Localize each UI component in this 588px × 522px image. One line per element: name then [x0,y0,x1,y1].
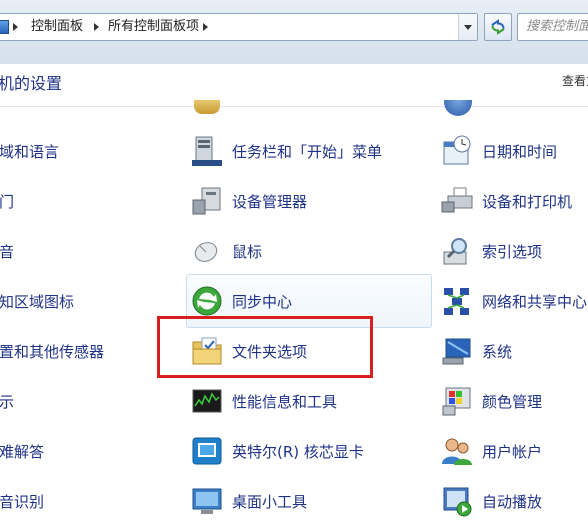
breadcrumb-control-panel[interactable]: 控制面板 [31,14,83,40]
content-header: 机的设置 查看方 [0,64,588,108]
item-devices-printers[interactable]: 设备和打印机 [436,182,588,222]
item-folder-options[interactable]: 文件夹选项 [186,332,426,372]
item-indexing-options[interactable]: 索引选项 [436,232,588,272]
refresh-icon [491,19,505,35]
network-icon [444,288,469,315]
gadgets-icon [192,488,222,514]
item-location-sensors[interactable]: 置和其他传感器 [0,341,104,362]
item-sound[interactable]: 音 [0,241,14,262]
item-autoplay[interactable]: 自动播放 [436,482,588,522]
item-intel-graphics[interactable]: 英特尔(R) 核芯显卡 [186,432,426,472]
performance-icon [192,389,222,413]
item-notification-icons[interactable]: 知区域图标 [0,291,74,312]
item-taskbar-start-menu[interactable]: 任务栏和「开始」菜单 [186,132,426,172]
control-panel-icon [0,20,9,34]
page-title: 机的设置 [0,74,63,93]
search-placeholder: 搜索控制面 [526,19,588,34]
breadcrumb-all-items[interactable]: 所有控制面板项 [108,14,199,40]
item-region-language[interactable]: 域和语言 [0,141,59,162]
sync-center-icon [192,286,222,316]
item-troubleshooting[interactable]: 难解答 [0,441,44,462]
refresh-button[interactable] [484,13,512,41]
breadcrumb-separator-icon[interactable] [203,23,208,31]
item-speech-recognition[interactable]: 音识别 [0,491,44,512]
autoplay-icon [443,487,472,517]
folder-options-icon [192,337,222,365]
breadcrumb-separator-icon[interactable] [13,23,18,31]
item-color-management[interactable]: 颜色管理 [436,382,588,422]
indexing-icon [443,238,467,265]
breadcrumb[interactable]: 控制面板 所有控制面板项 [0,13,478,41]
item-user-accounts[interactable]: 用户帐户 [436,432,588,472]
partial-icon [444,100,472,116]
item-display[interactable]: 示 [0,391,14,412]
item-system[interactable]: 系统 [436,332,588,372]
user-accounts-icon [442,438,472,465]
address-bar-area: 控制面板 所有控制面板项 搜索控制面 [0,0,588,64]
intel-graphics-icon [192,437,222,465]
item-desktop-gadgets[interactable]: 桌面小工具 [186,482,426,522]
printer-icon [441,187,473,213]
taskbar-icon [192,136,222,166]
clock-calendar-icon [443,135,471,165]
item-date-time[interactable]: 日期和时间 [436,132,588,172]
device-manager-icon [192,187,221,215]
divider [0,106,588,107]
address-dropdown-button[interactable] [458,14,477,40]
breadcrumb-separator-icon[interactable] [94,23,99,31]
search-input[interactable]: 搜索控制面 [517,13,588,41]
color-management-icon [442,387,471,416]
partial-icon [194,100,220,114]
item-sync-center[interactable]: 同步中心 [186,282,426,322]
view-by-label[interactable]: 查看方 [562,72,588,89]
item-door[interactable]: 门 [0,191,14,212]
item-device-manager[interactable]: 设备管理器 [186,182,426,222]
item-mouse[interactable]: 鼠标 [186,232,426,272]
system-icon [442,338,471,365]
item-network-sharing[interactable]: 网络和共享中心 [436,282,588,322]
mouse-icon [194,242,218,262]
chevron-down-icon [464,25,472,30]
item-performance-tools[interactable]: 性能信息和工具 [186,382,426,422]
